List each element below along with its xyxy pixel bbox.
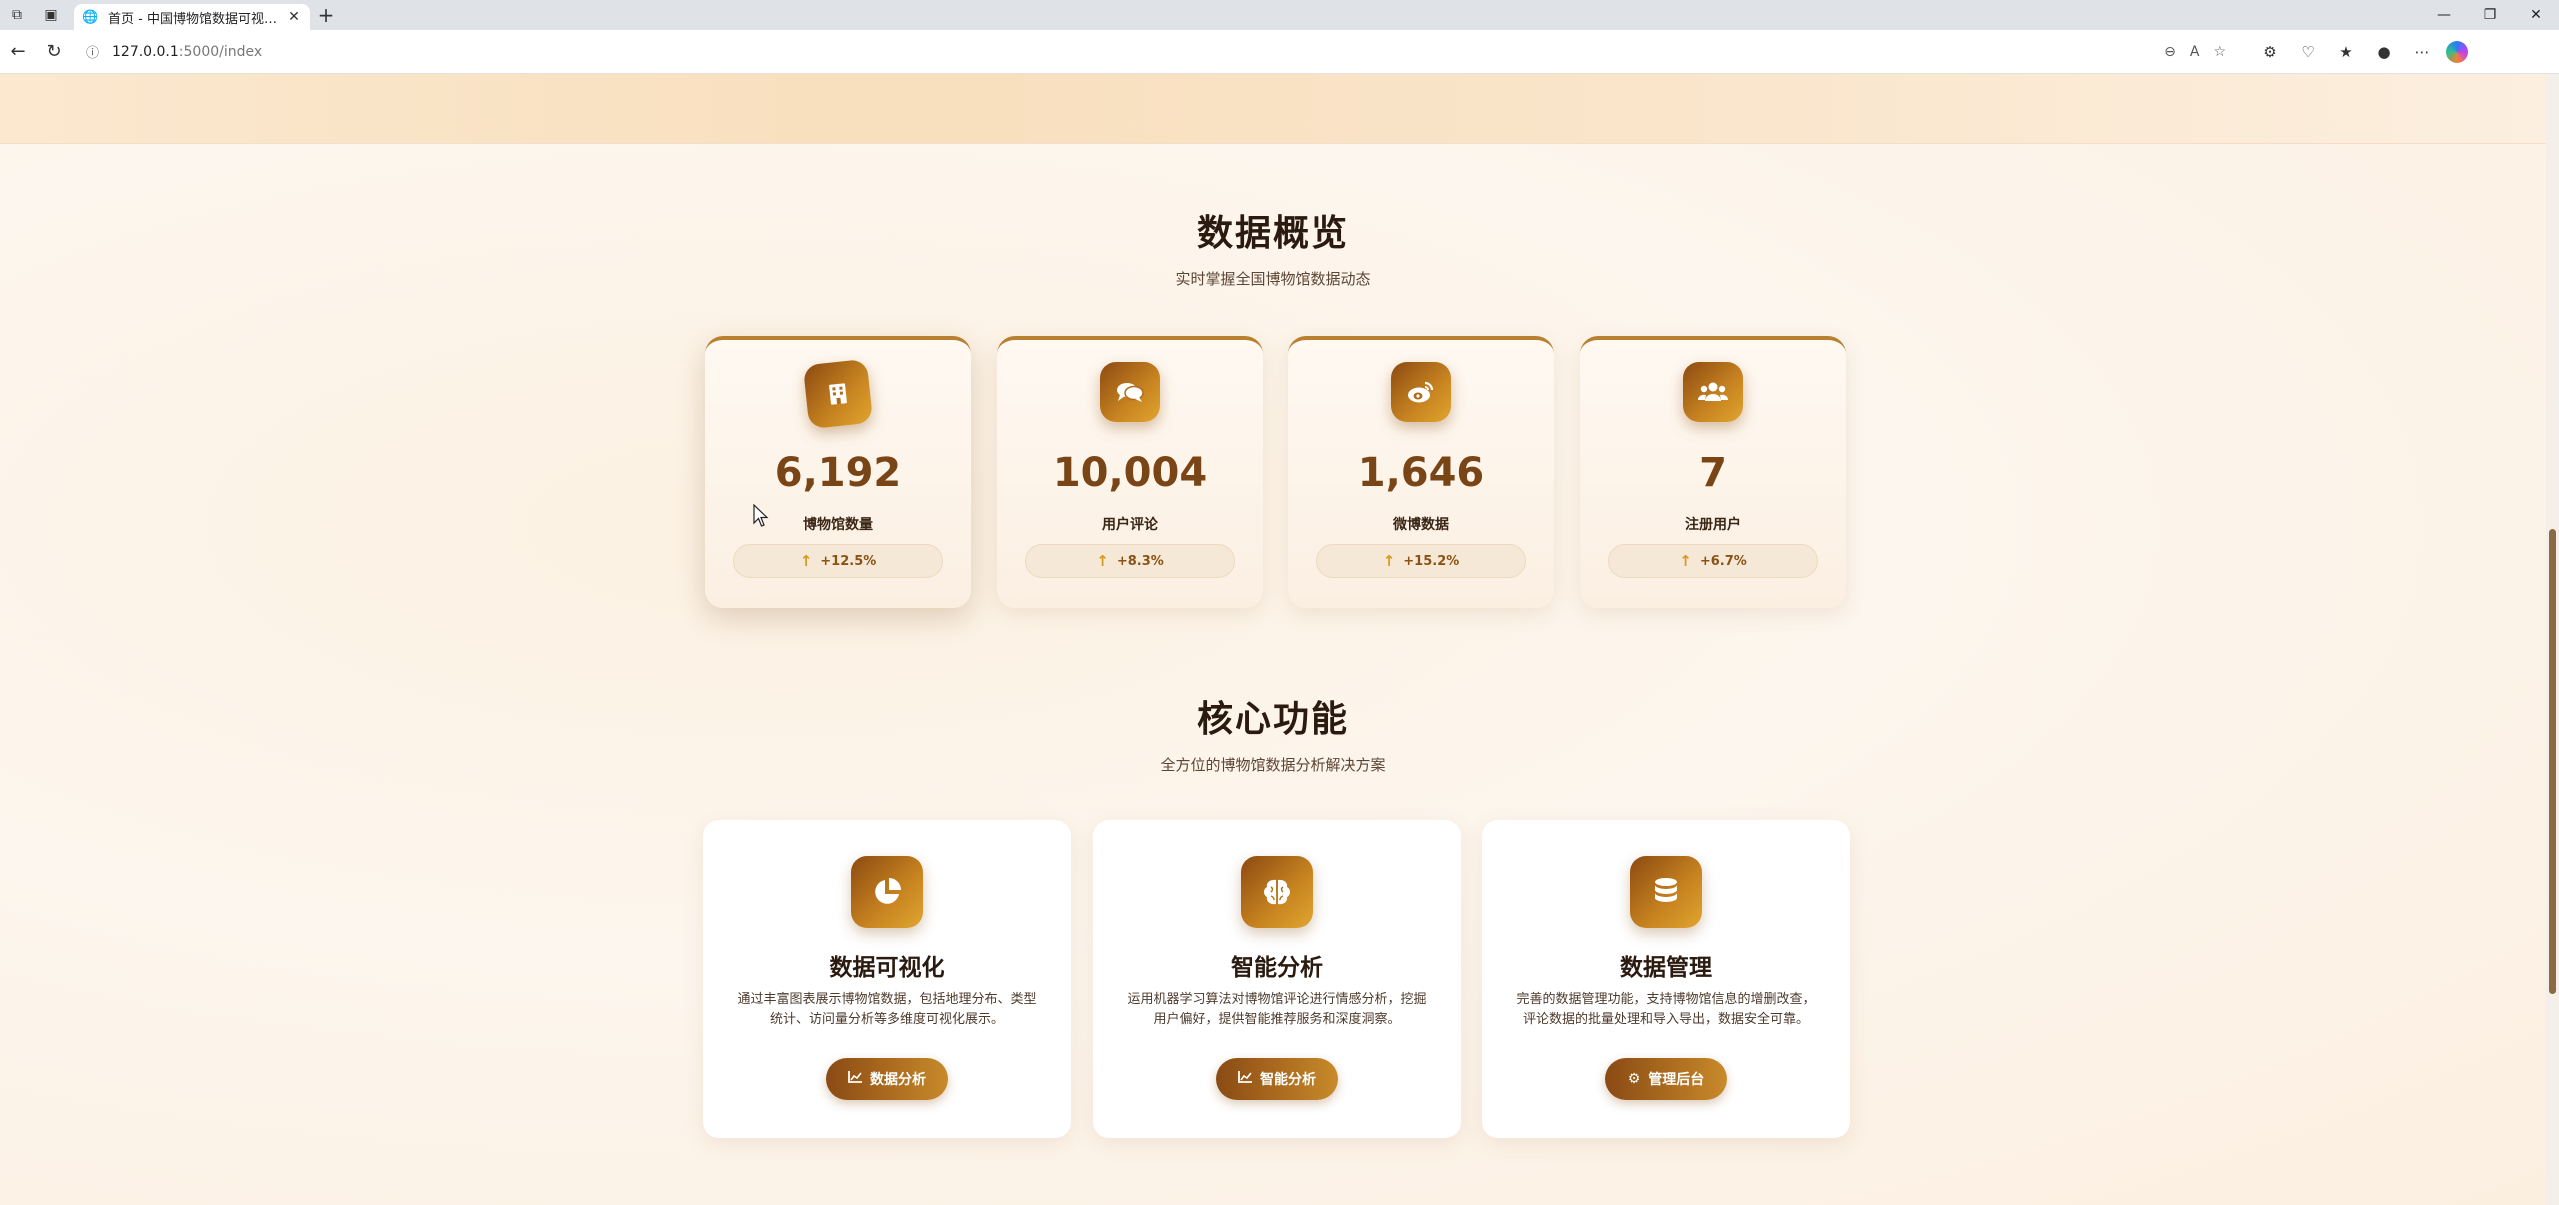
window-controls: — ❐ ✕ [2421,0,2559,30]
stat-trend-badge: ↑ +12.5% [733,544,943,578]
stat-trend-value: +12.5% [820,553,877,569]
pie-chart-icon [851,856,923,928]
stat-value: 7 [1699,450,1727,496]
stat-trend-value: +15.2% [1403,553,1460,569]
feature-title: 智能分析 [1231,955,1323,981]
close-window-button[interactable]: ✕ [2513,0,2559,30]
back-button[interactable]: ← [0,34,36,70]
extensions-icon[interactable]: ⚙ [2256,38,2284,66]
url-field[interactable]: ⓘ 127.0.0.1:5000/index ⊖ A ☆ [76,37,2236,67]
features-title: 核心功能 [1196,699,1349,740]
feature-card-visualization: 数据可视化 通过丰富图表展示博物馆数据，包括地理分布、类型统计、访问量分析等多维… [703,820,1071,1138]
arrow-up-icon: ↑ [1096,552,1109,570]
favorites-icon[interactable]: ★ [2332,38,2360,66]
tab-actions-icon[interactable]: ▣ [34,0,68,30]
feature-description: 通过丰富图表展示博物馆数据，包括地理分布、类型统计、访问量分析等多维度可视化展示… [737,992,1037,1027]
button-label: 智能分析 [1260,1072,1316,1088]
stat-card-museums[interactable]: 6,192 博物馆数量 ↑ +12.5% [705,336,971,608]
scrollbar-thumb[interactable] [2549,529,2556,994]
zoom-icon[interactable]: ⊖ [2164,44,2176,60]
tab-title: 首页 - 中国博物馆数据可视化分析 [108,11,286,27]
restore-button[interactable]: ❐ [2467,0,2513,30]
site-info-icon[interactable]: ⓘ [86,42,106,61]
chart-icon [848,1071,862,1087]
arrow-up-icon: ↑ [799,552,813,570]
page-scrollbar[interactable] [2546,74,2559,1205]
stat-trend-badge: ↑ +6.7% [1608,544,1818,578]
features-subtitle: 全方位的博物馆数据分析解决方案 [1160,756,1386,774]
feature-title: 数据管理 [1620,955,1712,981]
stat-trend-value: +6.7% [1699,553,1747,569]
profile-avatar-icon[interactable]: ● [2370,38,2398,66]
read-aloud-icon[interactable]: A [2190,44,2200,60]
database-icon [1630,856,1702,928]
button-label: 管理后台 [1648,1072,1705,1088]
arrow-up-icon: ↑ [1382,552,1396,570]
data-analysis-button[interactable]: 数据分析 [826,1058,948,1100]
gear-icon: ⚙ [1627,1071,1641,1087]
stat-label: 注册用户 [1685,517,1741,533]
new-tab-button[interactable]: + [310,0,342,30]
stat-trend-badge: ↑ +15.2% [1316,544,1526,578]
stat-card-comments[interactable]: 10,004 用户评论 ↑ +8.3% [997,336,1263,608]
smart-analysis-button[interactable]: 智能分析 [1216,1058,1338,1100]
stat-label: 微博数据 [1393,517,1449,533]
close-icon[interactable]: ✕ [286,9,302,25]
stat-value: 10,004 [1052,450,1208,496]
stat-label: 博物馆数量 [803,517,873,533]
feature-title: 数据可视化 [829,955,945,981]
globe-icon: 🌐 [82,9,99,25]
favorite-star-icon[interactable]: ☆ [2213,44,2226,60]
hero-banner-bottom [0,74,2546,144]
stat-card-users[interactable]: 7 注册用户 ↑ +6.7% [1580,336,1846,608]
refresh-button[interactable]: ↻ [36,34,72,70]
building-icon [802,358,874,430]
feature-card-smart-analysis: 智能分析 运用机器学习算法对博物馆评论进行情感分析，挖掘用户偏好，提供智能推荐服… [1093,820,1461,1138]
brain-icon [1241,856,1313,928]
users-icon [1683,362,1743,422]
button-label: 数据分析 [870,1072,926,1088]
chart-icon [1238,1071,1252,1087]
stat-trend-badge: ↑ +8.3% [1025,544,1235,578]
overview-subtitle: 实时掌握全国博物馆数据动态 [1175,270,1371,288]
weibo-icon [1391,362,1451,422]
address-bar: ← ↻ ⓘ 127.0.0.1:5000/index ⊖ A ☆ ⚙ ♡ ★ ●… [0,30,2559,74]
stat-trend-value: +8.3% [1116,553,1164,569]
stat-value: 1,646 [1357,450,1485,496]
url-host: 127.0.0.1 [112,43,179,60]
browser-tab-active[interactable]: 🌐 首页 - 中国博物馆数据可视化分析 ✕ [74,4,310,30]
feature-description: 完善的数据管理功能，支持博物馆信息的增删改查，评论数据的批量处理和导入导出，数据… [1516,992,1816,1027]
feature-card-data-management: 数据管理 完善的数据管理功能，支持博物馆信息的增删改查，评论数据的批量处理和导入… [1482,820,1850,1138]
more-menu-icon[interactable]: ⋯ [2408,38,2436,66]
workspaces-icon[interactable]: ⧉ [0,0,34,30]
arrow-up-icon: ↑ [1679,552,1692,570]
stat-label: 用户评论 [1102,517,1158,533]
stat-card-weibo[interactable]: 1,646 微博数据 ↑ +15.2% [1288,336,1554,608]
stat-value: 6,192 [774,450,902,496]
comments-icon [1100,362,1160,422]
feature-description: 运用机器学习算法对博物馆评论进行情感分析，挖掘用户偏好，提供智能推荐服务和深度洞… [1127,992,1427,1027]
browser-tab-bar: ⧉ ▣ 🌐 首页 - 中国博物馆数据可视化分析 ✕ + — ❐ ✕ [0,0,2559,30]
page-viewport: 数据概览 实时掌握全国博物馆数据动态 6,192 博物馆数量 ↑ +12.5% … [0,74,2546,1205]
mouse-cursor-icon [753,503,769,532]
overview-title: 数据概览 [1196,213,1349,254]
url-path: :5000/index [178,43,263,60]
browser-essentials-icon[interactable]: ♡ [2294,38,2322,66]
admin-panel-button[interactable]: ⚙ 管理后台 [1605,1058,1727,1100]
minimize-button[interactable]: — [2421,0,2467,30]
copilot-icon[interactable] [2446,40,2468,63]
